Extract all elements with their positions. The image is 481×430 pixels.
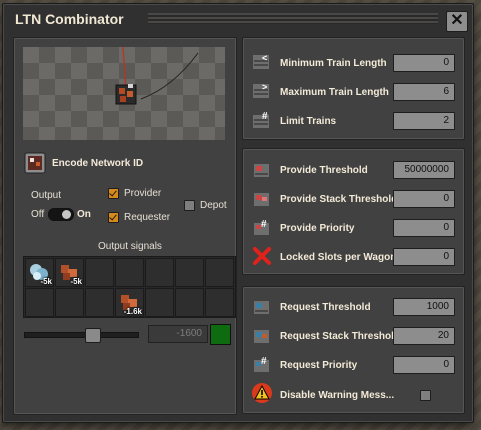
provider-label: Provider	[124, 188, 162, 199]
request-threshold-label: Request Threshold	[280, 302, 371, 313]
locked-slots-input[interactable]: 0	[393, 248, 455, 266]
limit-trains-label: Limit Trains	[280, 116, 337, 127]
provide-threshold-icon	[251, 158, 273, 180]
encode-network-label: Encode Network ID	[52, 158, 144, 169]
signal-slot[interactable]	[85, 288, 114, 317]
request-settings-panel: Request Threshold 1000 Request Stack Thr…	[242, 286, 465, 414]
signal-value-slider[interactable]	[24, 328, 139, 343]
request-priority-icon: #	[251, 353, 273, 375]
signal-slot[interactable]	[55, 288, 84, 317]
request-priority-label: Request Priority	[280, 360, 358, 371]
svg-text:#: #	[261, 356, 267, 367]
limit-trains-icon: #	[251, 109, 273, 131]
signal-slot[interactable]: -5k	[25, 258, 54, 287]
combinator-icon	[115, 84, 137, 105]
signal-slot[interactable]: -1.6k	[115, 288, 144, 317]
drag-handle[interactable]	[148, 13, 438, 24]
toggle-knob	[62, 210, 71, 219]
close-button[interactable]: ✕	[446, 11, 468, 32]
signal-slot[interactable]	[205, 288, 234, 317]
provide-priority-input[interactable]: 0	[393, 219, 455, 237]
encode-network-icon[interactable]	[24, 152, 46, 174]
min-train-length-icon: <	[251, 51, 273, 73]
output-label: Output	[31, 190, 62, 201]
request-stack-threshold-icon	[251, 324, 273, 346]
toggle-off-label: Off	[31, 209, 45, 220]
requester-label: Requester	[124, 212, 171, 223]
signal-slot[interactable]	[205, 258, 234, 287]
provide-priority-icon: #	[251, 216, 273, 238]
max-train-length-label: Maximum Train Length	[280, 87, 389, 98]
locked-slots-label: Locked Slots per Wagon	[280, 252, 397, 263]
signal-slot[interactable]	[145, 288, 174, 317]
signal-slot[interactable]: -5k	[55, 258, 84, 287]
signal-slot[interactable]	[115, 258, 144, 287]
provide-threshold-input[interactable]: 50000000	[393, 161, 455, 179]
left-panel: Encode Network ID Output Off On Provider…	[13, 37, 237, 415]
request-stack-threshold-input[interactable]: 20	[393, 327, 455, 345]
toggle-on-label: On	[77, 209, 91, 220]
provide-settings-panel: Provide Threshold 50000000 Provide Stack…	[242, 148, 465, 275]
confirm-button[interactable]	[210, 324, 231, 345]
requester-checkbox[interactable]	[108, 212, 119, 223]
min-train-length-label: Minimum Train Length	[280, 58, 387, 69]
signal-count: -5k	[70, 277, 82, 286]
signal-slot[interactable]	[175, 288, 204, 317]
signal-value-field[interactable]: -1600	[148, 325, 208, 343]
signal-slot[interactable]	[145, 258, 174, 287]
output-signals-grid: -5k -5k -1.6k	[23, 256, 236, 318]
request-stack-threshold-label: Request Stack Threshold	[280, 331, 401, 342]
window-title: LTN Combinator	[15, 11, 124, 27]
svg-text:#: #	[261, 219, 267, 230]
title-bar[interactable]: LTN Combinator ✕	[3, 4, 473, 34]
preview-art	[115, 47, 199, 105]
signal-slot[interactable]	[175, 258, 204, 287]
ltn-combinator-window: LTN Combinator ✕ Encode Network ID Outpu…	[2, 3, 474, 423]
svg-text:#: #	[262, 111, 268, 122]
provide-stack-threshold-label: Provide Stack Threshold	[280, 194, 398, 205]
entity-preview[interactable]	[23, 47, 225, 140]
output-toggle-switch[interactable]	[48, 208, 74, 221]
request-threshold-input[interactable]: 1000	[393, 298, 455, 316]
provide-priority-label: Provide Priority	[280, 223, 355, 234]
slider-handle[interactable]	[85, 328, 101, 343]
output-signals-title: Output signals	[98, 241, 162, 252]
train-settings-panel: < Minimum Train Length 0 > Maximum Train…	[242, 37, 465, 140]
signal-count: -5k	[40, 277, 52, 286]
signal-slot[interactable]	[25, 288, 54, 317]
signal-count: -1.6k	[123, 307, 142, 316]
request-priority-input[interactable]: 0	[393, 356, 455, 374]
limit-trains-input[interactable]: 2	[393, 112, 455, 130]
provide-threshold-label: Provide Threshold	[280, 165, 368, 176]
warning-icon	[251, 382, 273, 404]
provide-stack-threshold-input[interactable]: 0	[393, 190, 455, 208]
disable-warning-label: Disable Warning Mess...	[280, 390, 395, 401]
signal-slot[interactable]	[85, 258, 114, 287]
svg-text:<: <	[262, 53, 267, 63]
max-train-length-icon: >	[251, 80, 273, 102]
provider-checkbox[interactable]	[108, 188, 119, 199]
depot-label: Depot	[200, 200, 227, 211]
disable-warning-checkbox[interactable]	[420, 390, 431, 401]
locked-slots-icon	[251, 245, 273, 267]
min-train-length-input[interactable]: 0	[393, 54, 455, 72]
max-train-length-input[interactable]: 6	[393, 83, 455, 101]
svg-text:>: >	[262, 82, 267, 92]
request-threshold-icon	[251, 295, 273, 317]
provide-stack-threshold-icon	[251, 187, 273, 209]
depot-checkbox[interactable]	[184, 200, 195, 211]
